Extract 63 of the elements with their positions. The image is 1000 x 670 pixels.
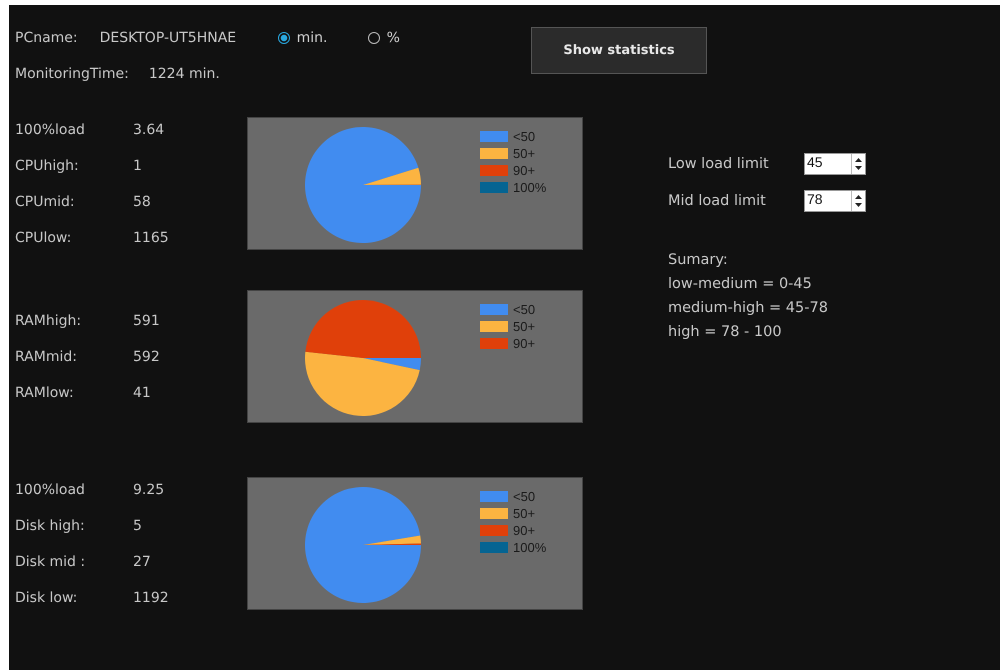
legend-label: <50 (513, 302, 536, 317)
stat-value: 3.64 (133, 122, 164, 138)
summary-line: low-medium = 0-45 (668, 275, 813, 294)
stat-value: 1 (133, 158, 142, 174)
legend-label: 50+ (513, 146, 536, 161)
pc-name-label: PCname: (15, 30, 78, 46)
limit-label: Low load limit (668, 156, 770, 172)
legend-swatch (480, 148, 508, 159)
stat-label: 100%load (15, 482, 86, 498)
legend-label: 100% (513, 180, 546, 195)
monitoring-time-value: 1224 min. (148, 66, 220, 82)
legend-swatch (480, 182, 508, 193)
unit-radio[interactable]: % (368, 30, 458, 46)
legend-label: 50+ (513, 506, 536, 521)
legend-label: 50+ (513, 319, 536, 334)
stat-value: 1192 (133, 590, 169, 606)
legend-swatch (480, 525, 508, 536)
summary-line: medium-high = 45-78 (668, 299, 829, 318)
pc-name-value: DESKTOP-UT5HNAE (100, 30, 238, 46)
show-statistics-button[interactable]: Show statistics (531, 27, 707, 74)
legend-label: 100% (513, 540, 546, 555)
stat-value: 591 (133, 313, 160, 329)
legend-label: 90+ (513, 336, 536, 351)
summary-line: high = 78 - 100 (668, 323, 783, 342)
legend-swatch (480, 508, 508, 519)
stat-label: Disk mid : (15, 554, 86, 570)
down-arrow-icon[interactable] (852, 164, 865, 172)
up-arrow-icon[interactable] (852, 193, 865, 201)
number-spinner[interactable]: 45 (804, 153, 866, 175)
legend-swatch (480, 321, 508, 332)
down-arrow-icon[interactable] (852, 201, 865, 209)
legend-label: 90+ (513, 163, 536, 178)
legend-swatch (480, 491, 508, 502)
stat-value: 41 (133, 385, 151, 401)
legend-label: <50 (513, 129, 536, 144)
stat-label: RAMhigh: (15, 313, 82, 329)
stat-label: CPUmid: (15, 194, 76, 210)
stat-value: 58 (133, 194, 151, 210)
stat-label: RAMmid: (15, 349, 78, 365)
legend-swatch (480, 131, 508, 142)
up-arrow-icon[interactable] (852, 156, 865, 164)
stat-value: 9.25 (133, 482, 164, 498)
number-spinner[interactable]: 78 (804, 190, 866, 212)
legend-swatch (480, 542, 508, 553)
summary-title: Sumary: (668, 251, 729, 270)
monitoring-time-label: MonitoringTime: (15, 66, 129, 82)
stat-label: Disk high: (15, 518, 86, 534)
legend-swatch (480, 304, 508, 315)
limit-label: Mid load limit (668, 193, 767, 209)
stat-value: 1165 (133, 230, 169, 246)
stat-label: 100%load (15, 122, 86, 138)
stat-label: RAMlow: (15, 385, 75, 401)
legend-swatch (480, 165, 508, 176)
legend-swatch (480, 338, 508, 349)
stat-label: CPUhigh: (15, 158, 80, 174)
stat-value: 592 (133, 349, 160, 365)
stat-value: 5 (133, 518, 142, 534)
unit-radio[interactable]: min. (278, 30, 368, 46)
legend-label: 90+ (513, 523, 536, 538)
legend-label: <50 (513, 489, 536, 504)
stat-label: Disk low: (15, 590, 78, 606)
stat-label: CPUlow: (15, 230, 72, 246)
stat-value: 27 (133, 554, 151, 570)
